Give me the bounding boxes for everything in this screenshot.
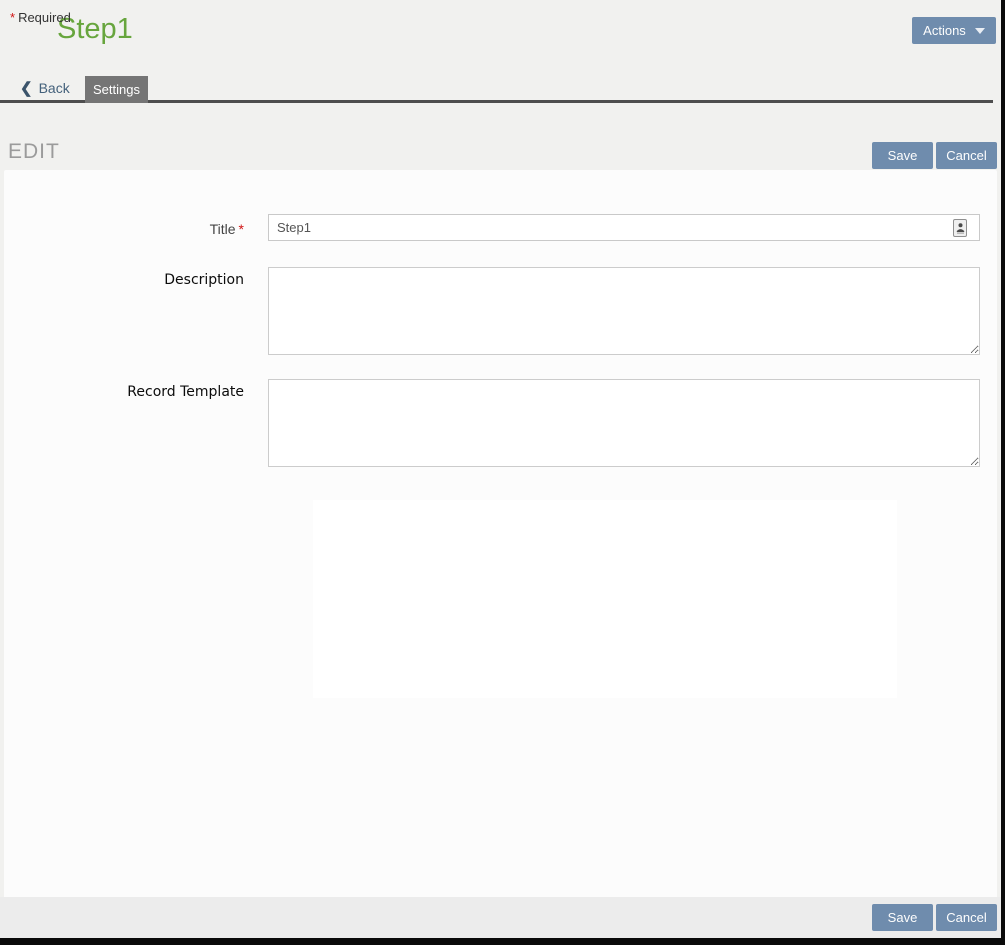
tab-settings-label: Settings bbox=[93, 82, 140, 97]
footer-bar bbox=[0, 897, 1001, 938]
required-asterisk: * bbox=[239, 221, 244, 237]
tab-settings[interactable]: Settings bbox=[85, 76, 148, 103]
title-input-wrap bbox=[268, 214, 980, 241]
required-asterisk: * bbox=[10, 10, 15, 25]
edit-form-panel: Title* Description Record Template bbox=[4, 170, 997, 897]
window-right-edge bbox=[1001, 0, 1005, 945]
back-link-label: Back bbox=[39, 80, 70, 96]
save-button-top[interactable]: Save bbox=[872, 142, 933, 169]
record-template-field-label: Record Template bbox=[4, 384, 244, 400]
cancel-button-bottom[interactable]: Cancel bbox=[936, 904, 997, 931]
edit-section-heading: EDIT bbox=[8, 140, 60, 164]
save-button-bottom[interactable]: Save bbox=[872, 904, 933, 931]
window-bottom-edge bbox=[0, 938, 1005, 945]
description-field-label: Description bbox=[4, 272, 244, 288]
required-note: *Required bbox=[10, 10, 71, 25]
step-settings-page: Step1 Actions ❮ Back Settings EDIT Save … bbox=[0, 0, 1005, 945]
record-template-textarea[interactable] bbox=[268, 379, 980, 467]
actions-button[interactable]: Actions bbox=[912, 17, 996, 44]
chevron-down-icon bbox=[975, 28, 985, 34]
description-textarea[interactable] bbox=[268, 267, 980, 355]
empty-content-area bbox=[313, 500, 897, 698]
title-input[interactable] bbox=[268, 214, 980, 241]
title-field-label: Title* bbox=[4, 221, 244, 237]
actions-button-label: Actions bbox=[923, 23, 966, 38]
autofill-contact-icon[interactable] bbox=[953, 219, 967, 237]
chevron-left-icon: ❮ bbox=[20, 81, 33, 96]
cancel-button-top[interactable]: Cancel bbox=[936, 142, 997, 169]
tab-underline bbox=[0, 100, 993, 103]
back-link[interactable]: ❮ Back bbox=[20, 80, 70, 96]
